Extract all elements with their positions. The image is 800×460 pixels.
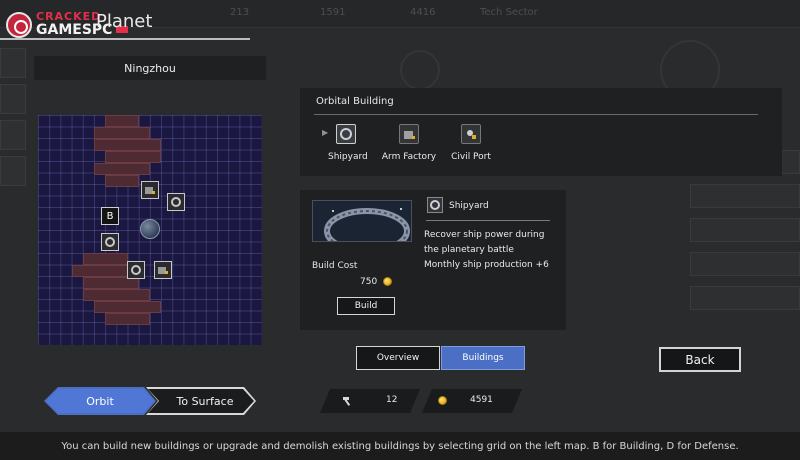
- asteroid-cell: [94, 127, 150, 139]
- asteroid-cell: [105, 115, 139, 127]
- map-building-shipyard[interactable]: [101, 233, 119, 251]
- description-line: the planetary battle: [424, 245, 514, 255]
- ring-station-icon: [105, 237, 115, 247]
- back-button[interactable]: Back: [659, 347, 741, 372]
- orbital-item-civil-port[interactable]: Civil Port: [448, 124, 494, 162]
- overview-tab[interactable]: Overview: [356, 346, 440, 370]
- map-building-shipyard[interactable]: [127, 261, 145, 279]
- planet-name: Ningzhou: [124, 61, 176, 75]
- building-name: Shipyard: [449, 201, 489, 211]
- orbital-item-shipyard[interactable]: Shipyard: [328, 124, 368, 162]
- asteroid-cell: [105, 151, 161, 163]
- description-line: Recover ship power during: [424, 230, 545, 240]
- asteroid-cell: [83, 289, 150, 301]
- orbital-item-label: Civil Port: [451, 152, 491, 162]
- map-building-shipyard[interactable]: [167, 193, 185, 211]
- ring-station-icon: [336, 124, 356, 144]
- to-surface-tab[interactable]: To Surface: [146, 387, 256, 415]
- orbital-building-title: Orbital Building: [316, 96, 394, 107]
- orbit-grid-map[interactable]: B: [38, 115, 262, 345]
- title-underline: [0, 38, 250, 40]
- building-preview-image: [312, 200, 412, 242]
- background-block: [0, 156, 26, 186]
- background-circle: [400, 50, 440, 90]
- orbit-tab-label: Orbit: [46, 389, 154, 413]
- map-building-factory[interactable]: [141, 181, 159, 199]
- gold-coin-icon: [383, 277, 392, 286]
- planet-globe-icon: [140, 219, 160, 239]
- port-icon: [461, 124, 481, 144]
- map-building-marker[interactable]: B: [101, 207, 119, 225]
- planet-name-bar: Ningzhou: [34, 56, 266, 80]
- map-layer-tabs: To Surface Orbit: [44, 387, 256, 415]
- background-block: [0, 48, 26, 78]
- divider: [314, 114, 758, 115]
- gold-coin-icon: [438, 396, 447, 405]
- gold-resource: 4591: [422, 389, 522, 413]
- asteroid-cell: [83, 253, 128, 265]
- background-value: 213: [230, 7, 250, 18]
- logo-mark-icon: [6, 12, 32, 38]
- building-description: Recover ship power during the planetary …: [424, 228, 564, 273]
- background-block: [0, 84, 26, 114]
- hint-text: You can build new buildings or upgrade a…: [61, 440, 739, 452]
- production-value: 12: [386, 395, 398, 405]
- description-line: Monthly ship production +6: [424, 260, 549, 270]
- ring-station-icon: [427, 197, 443, 213]
- orbital-building-panel: Orbital Building ▶ Shipyard Arm Factory …: [300, 88, 782, 176]
- background-left-rail: [0, 48, 28, 248]
- asteroid-cell: [105, 175, 139, 187]
- factory-icon: [158, 267, 168, 274]
- asteroid-cell: [94, 163, 150, 175]
- divider: [426, 220, 550, 221]
- ring-station-icon: [171, 197, 181, 207]
- resource-bar: 12 4591: [320, 389, 522, 413]
- background-value: 1591: [320, 7, 346, 18]
- factory-icon: [145, 187, 155, 194]
- background-block: [690, 218, 800, 242]
- build-button[interactable]: Build: [337, 297, 395, 315]
- asteroid-cell: [94, 139, 161, 151]
- background-value: 4416: [410, 7, 436, 18]
- orbit-tab[interactable]: Orbit: [44, 387, 156, 415]
- background-label: Tech Sector: [480, 7, 538, 18]
- page-title: Planet: [96, 11, 153, 32]
- build-cost-label: Build Cost: [312, 261, 358, 271]
- background-block: [690, 286, 800, 310]
- buildings-tab[interactable]: Buildings: [441, 346, 525, 370]
- hammer-icon: [342, 395, 354, 407]
- hint-bar: You can build new buildings or upgrade a…: [0, 432, 800, 460]
- ring-station-icon: [131, 265, 141, 275]
- gold-value: 4591: [470, 395, 493, 405]
- orbital-item-label: Arm Factory: [381, 152, 437, 162]
- asteroid-cell: [105, 313, 150, 325]
- building-detail-panel: Shipyard Recover ship power during the p…: [300, 190, 566, 330]
- background-block: [690, 252, 800, 276]
- to-surface-tab-label: To Surface: [148, 389, 254, 413]
- background-block: [0, 120, 26, 150]
- orbital-item-label: Shipyard: [328, 152, 368, 162]
- orbital-item-arm-factory[interactable]: Arm Factory: [380, 124, 438, 162]
- background-block: [690, 184, 800, 208]
- factory-icon: [399, 124, 419, 144]
- asteroid-cell: [94, 301, 161, 313]
- map-building-factory[interactable]: [154, 261, 172, 279]
- build-cost-value: 750: [360, 277, 378, 287]
- production-resource: 12: [320, 389, 420, 413]
